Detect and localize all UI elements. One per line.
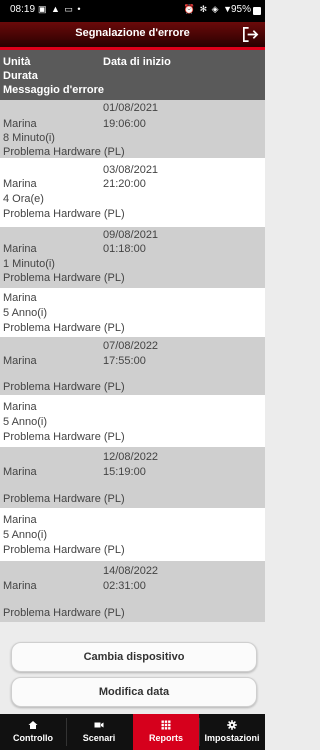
table-row[interactable]: Marina 5 Anno(i) Problema Hardware (PL) bbox=[0, 395, 265, 447]
row-duration: 5 Anno(i) bbox=[3, 529, 48, 541]
change-device-button[interactable]: Cambia dispositivo bbox=[11, 642, 257, 672]
gear-icon bbox=[227, 720, 237, 730]
row-time: 15:19:00 bbox=[103, 466, 146, 478]
row-time: 21:20:00 bbox=[103, 178, 146, 190]
status-bar: 08:19 ▣ ▲ ▭ • ⏰ ✻ ◈ ▼ 95% bbox=[0, 0, 265, 22]
row-date: 07/08/2022 bbox=[103, 340, 159, 352]
tab-reports[interactable]: Reports bbox=[133, 714, 199, 750]
tab-scenari[interactable]: Scenari bbox=[66, 714, 132, 750]
page-title: Segnalazione d'errore bbox=[75, 27, 190, 39]
row-message: Problema Hardware (PL) bbox=[3, 208, 125, 220]
modify-date-button[interactable]: Modifica data bbox=[11, 677, 257, 707]
row-duration: 5 Anno(i) bbox=[3, 307, 48, 319]
tab-label: Controllo bbox=[13, 733, 53, 743]
row-unit: Marina bbox=[3, 243, 37, 255]
row-duration: 8 Minuto(i) bbox=[3, 132, 55, 144]
home-icon bbox=[28, 721, 38, 729]
row-time: 01:18:00 bbox=[103, 243, 146, 255]
row-date: 03/08/2021 bbox=[103, 164, 159, 176]
notification-icons: ▣ ▲ ▭ • bbox=[38, 4, 82, 14]
row-message: Problema Hardware (PL) bbox=[3, 272, 125, 284]
row-duration: 4 Ora(e) bbox=[3, 193, 44, 205]
column-header-unit: Unità bbox=[3, 56, 31, 68]
row-message: Problema Hardware (PL) bbox=[3, 431, 125, 443]
column-header-start-date: Data di inizio bbox=[103, 56, 171, 68]
row-time: 02:31:00 bbox=[103, 580, 146, 592]
row-unit: Marina bbox=[3, 580, 37, 592]
row-message: Problema Hardware (PL) bbox=[3, 493, 125, 505]
system-status-icons: ⏰ ✻ ◈ ▼ bbox=[183, 4, 233, 14]
bottom-nav: Controllo Scenari Reports Impostazioni bbox=[0, 714, 265, 750]
tab-label: Scenari bbox=[82, 733, 116, 743]
tab-label: Reports bbox=[148, 733, 183, 743]
row-unit: Marina bbox=[3, 401, 37, 413]
table-row[interactable]: 07/08/2022 17:55:00 Marina Problema Hard… bbox=[0, 337, 265, 395]
error-list[interactable]: 01/08/2021 19:06:00 Marina 8 Minuto(i) P… bbox=[0, 100, 265, 622]
row-unit: Marina bbox=[3, 118, 37, 130]
row-time: 19:06:00 bbox=[103, 118, 146, 130]
app-header: Segnalazione d'errore bbox=[0, 22, 265, 47]
action-buttons: Cambia dispositivo Modifica data bbox=[0, 622, 265, 714]
row-unit: Marina bbox=[3, 514, 37, 526]
tab-controllo[interactable]: Controllo bbox=[0, 714, 66, 750]
table-row[interactable]: Marina 5 Anno(i) Problema Hardware (PL) bbox=[0, 508, 265, 561]
row-message: Problema Hardware (PL) bbox=[3, 544, 125, 556]
row-date: 14/08/2022 bbox=[103, 565, 159, 577]
logout-icon[interactable] bbox=[241, 25, 260, 44]
row-duration: 1 Minuto(i) bbox=[3, 258, 55, 270]
table-row[interactable]: 01/08/2021 19:06:00 Marina 8 Minuto(i) P… bbox=[0, 100, 265, 158]
row-date: 12/08/2022 bbox=[103, 451, 159, 463]
tab-label: Impostazioni bbox=[204, 733, 260, 743]
grid-icon bbox=[161, 720, 171, 730]
column-header-duration: Durata bbox=[3, 70, 38, 82]
table-row[interactable]: 14/08/2022 02:31:00 Marina Problema Hard… bbox=[0, 561, 265, 622]
camera-icon bbox=[94, 722, 104, 728]
battery-icon bbox=[253, 7, 261, 15]
battery-level: 95% bbox=[230, 4, 251, 15]
table-row[interactable]: 09/08/2021 01:18:00 Marina 1 Minuto(i) P… bbox=[0, 227, 265, 288]
table-row[interactable]: Marina 5 Anno(i) Problema Hardware (PL) bbox=[0, 288, 265, 337]
status-time: 08:19 bbox=[10, 4, 36, 15]
row-duration: 5 Anno(i) bbox=[3, 416, 48, 428]
row-unit: Marina bbox=[3, 355, 37, 367]
table-row[interactable]: 03/08/2021 21:20:00 Marina 4 Ora(e) Prob… bbox=[0, 158, 265, 227]
row-unit: Marina bbox=[3, 292, 37, 304]
table-header: Unità Data di inizio Durata Messaggio d'… bbox=[0, 50, 265, 100]
row-date: 01/08/2021 bbox=[103, 102, 159, 114]
row-unit: Marina bbox=[3, 466, 37, 478]
row-message: Problema Hardware (PL) bbox=[3, 381, 125, 393]
column-header-message: Messaggio d'errore bbox=[3, 84, 105, 96]
row-message: Problema Hardware (PL) bbox=[3, 607, 125, 619]
row-date: 09/08/2021 bbox=[103, 229, 159, 241]
row-unit: Marina bbox=[3, 178, 37, 190]
tab-impostazioni[interactable]: Impostazioni bbox=[199, 714, 265, 750]
row-message: Problema Hardware (PL) bbox=[3, 322, 125, 334]
row-message: Problema Hardware (PL) bbox=[3, 146, 125, 158]
row-time: 17:55:00 bbox=[103, 355, 146, 367]
table-row[interactable]: 12/08/2022 15:19:00 Marina Problema Hard… bbox=[0, 447, 265, 508]
